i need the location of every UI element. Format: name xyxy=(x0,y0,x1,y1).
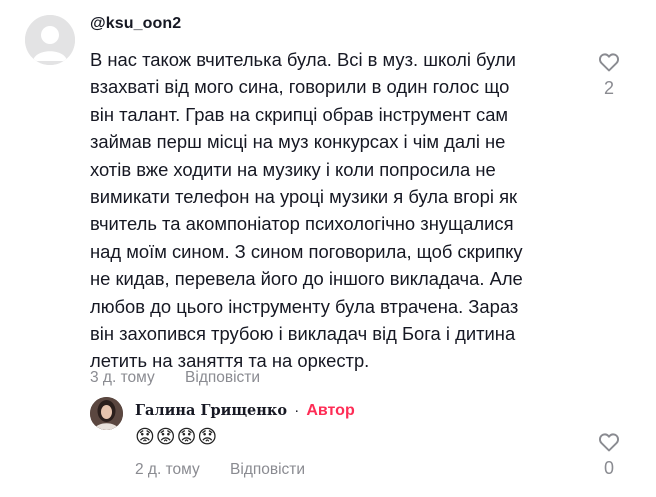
reply-reply-button[interactable]: Відповісти xyxy=(230,461,305,478)
reply-like-button[interactable]: 0 xyxy=(594,430,624,479)
reply-timestamp: 2 д. тому xyxy=(135,461,200,478)
reply-text: 😟😟😟😟 xyxy=(135,426,219,448)
reply-button[interactable]: Відповісти xyxy=(185,369,260,387)
default-avatar-icon xyxy=(25,15,75,65)
avatar[interactable] xyxy=(25,15,75,65)
like-count: 2 xyxy=(603,78,614,98)
reply-author-name[interactable]: Галина Грищенко xyxy=(135,402,287,419)
separator-dot: · xyxy=(294,402,300,419)
reply-header: Галина Грищенко · Автор xyxy=(135,402,355,420)
heart-outline-icon xyxy=(599,433,619,452)
reply-avatar-photo xyxy=(90,397,123,430)
reply-like-count: 0 xyxy=(603,458,614,478)
heart-outline-icon xyxy=(599,53,619,72)
like-button[interactable]: 2 xyxy=(594,50,624,99)
comment-text: В нас також вчителька була. Всі в муз. ш… xyxy=(90,49,523,372)
reply-avatar[interactable] xyxy=(90,397,123,430)
reply-meta: 2 д. тому Відповісти xyxy=(135,461,305,479)
comment-timestamp: 3 д. тому xyxy=(90,369,155,386)
author-badge: Автор xyxy=(306,402,355,419)
comment-meta: 3 д. тому Відповісти xyxy=(90,369,260,387)
comment-username[interactable]: @ksu_oon2 xyxy=(90,15,181,33)
